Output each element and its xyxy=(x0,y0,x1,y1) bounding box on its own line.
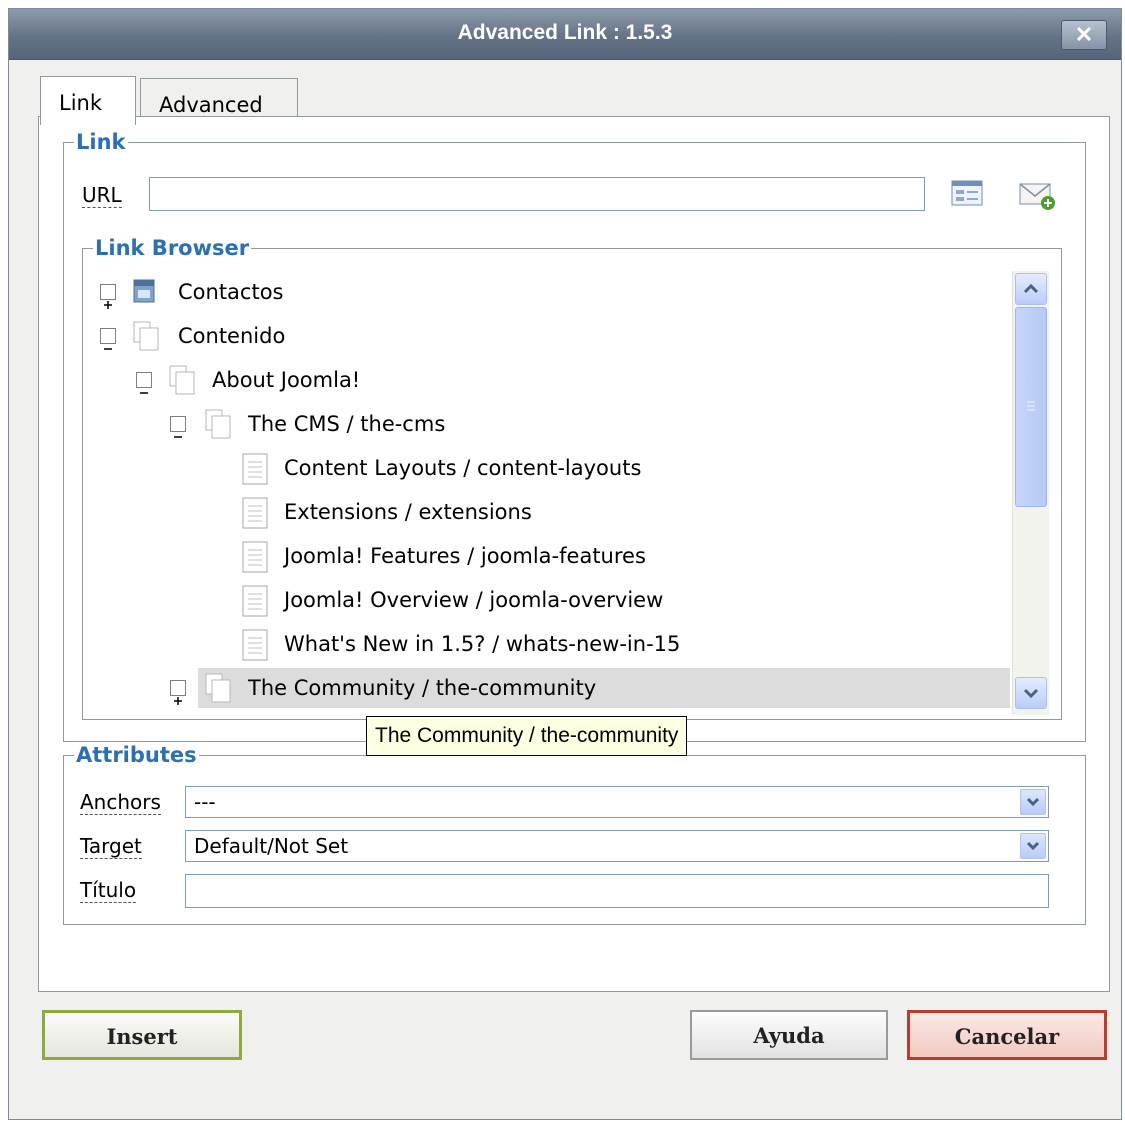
tab-link-label: Link xyxy=(59,91,103,115)
tree-item-label: Joomla! Features / joomla-features xyxy=(284,544,646,568)
collapse-icon[interactable] xyxy=(136,372,152,394)
tree-item-label: Joomla! Overview / joomla-overview xyxy=(284,588,664,612)
dialog-title: Advanced Link : 1.5.3 xyxy=(457,21,673,44)
tree-item-label: Content Layouts / content-layouts xyxy=(284,456,642,480)
anchors-value: --- xyxy=(194,790,216,814)
tree-item[interactable]: About Joomla! xyxy=(86,360,1006,400)
tree-scrollbar[interactable] xyxy=(1012,271,1049,715)
tree-item-label: Contenido xyxy=(178,324,286,348)
titulo-input[interactable] xyxy=(185,874,1049,908)
titulo-label: Título xyxy=(80,878,137,903)
close-button[interactable]: ✕ xyxy=(1061,20,1107,50)
collapse-icon[interactable] xyxy=(170,416,186,438)
collapse-icon[interactable] xyxy=(100,328,116,350)
tree-item[interactable]: What's New in 1.5? / whats-new-in-15 xyxy=(86,624,1006,664)
target-value: Default/Not Set xyxy=(194,834,349,858)
link-legend: Link xyxy=(76,130,126,154)
expand-icon[interactable] xyxy=(100,284,116,309)
tab-link[interactable]: Link xyxy=(40,76,136,125)
tree-view: Contactos Contenido About Joomla! The CM… xyxy=(86,268,1010,714)
browse-icon[interactable] xyxy=(950,178,986,210)
tree-item-label: The Community / the-community xyxy=(248,676,597,700)
scroll-thumb[interactable] xyxy=(1015,307,1047,507)
chevron-down-icon[interactable] xyxy=(1020,789,1046,815)
anchors-select[interactable]: --- xyxy=(185,786,1049,818)
email-link-icon[interactable] xyxy=(1018,178,1058,212)
tree-item-label: The CMS / the-cms xyxy=(248,412,446,436)
expand-icon[interactable] xyxy=(170,680,186,705)
tree-item[interactable]: Extensions / extensions xyxy=(86,492,1006,532)
link-browser-legend: Link Browser xyxy=(95,236,250,260)
tree-item[interactable]: Content Layouts / content-layouts xyxy=(86,448,1006,488)
title-bar[interactable]: Advanced Link : 1.5.3 ✕ xyxy=(9,9,1121,60)
tree-item-label: About Joomla! xyxy=(212,368,361,392)
tooltip: The Community / the-community xyxy=(366,716,688,756)
tree-item-label: What's New in 1.5? / whats-new-in-15 xyxy=(284,632,681,656)
tree-item[interactable]: Contactos xyxy=(86,272,1006,312)
attributes-legend: Attributes xyxy=(76,743,197,767)
tree-item-label: Contactos xyxy=(178,280,284,304)
folder-icon xyxy=(202,672,236,714)
cancel-button[interactable]: Cancelar xyxy=(907,1010,1107,1060)
scroll-down-button[interactable] xyxy=(1015,677,1047,709)
tab-advanced-label: Advanced xyxy=(159,93,263,117)
tree-item[interactable]: Joomla! Features / joomla-features xyxy=(86,536,1006,576)
folder-icon xyxy=(202,408,236,453)
target-select[interactable]: Default/Not Set xyxy=(185,830,1049,862)
help-button[interactable]: Ayuda xyxy=(690,1010,888,1060)
tree-item[interactable]: The CMS / the-cms xyxy=(86,404,1006,444)
insert-button[interactable]: Insert xyxy=(42,1010,242,1060)
folder-icon xyxy=(166,364,200,409)
anchors-label: Anchors xyxy=(80,790,161,815)
scroll-up-button[interactable] xyxy=(1015,273,1047,305)
tree-item[interactable]: Contenido xyxy=(86,316,1006,356)
tree-item-selected[interactable]: The Community / the-community xyxy=(86,668,1010,708)
contacts-icon xyxy=(130,276,160,319)
folder-icon xyxy=(130,320,164,365)
url-label: URL xyxy=(82,183,122,208)
tree-item-label: Extensions / extensions xyxy=(284,500,532,524)
target-label: Target xyxy=(80,834,142,859)
tree-item[interactable]: Joomla! Overview / joomla-overview xyxy=(86,580,1006,620)
url-input[interactable] xyxy=(149,177,925,211)
chevron-down-icon[interactable] xyxy=(1020,833,1046,859)
